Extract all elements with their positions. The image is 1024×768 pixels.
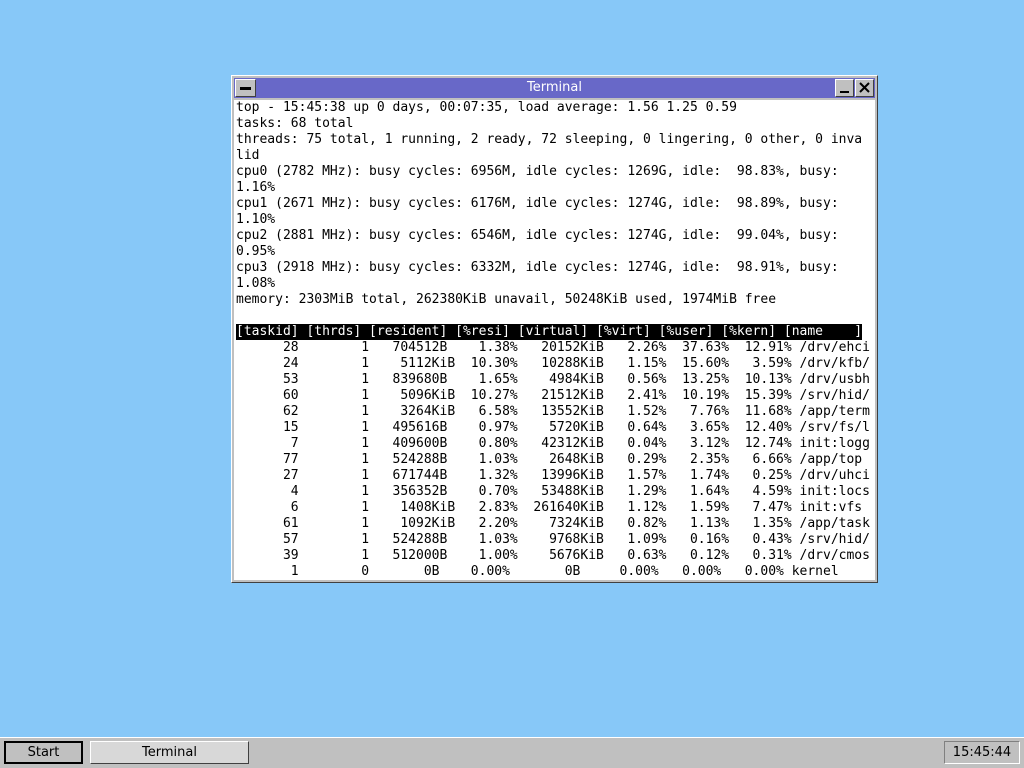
terminal-line: lid xyxy=(236,148,260,163)
minimize-button[interactable] xyxy=(835,79,854,97)
task-row: 53 1 839680B 1.65% 4984KiB 0.56% 13.25% … xyxy=(236,372,870,387)
terminal-line: tasks: 68 total xyxy=(236,116,354,131)
terminal-line: memory: 2303MiB total, 262380KiB unavail… xyxy=(236,292,777,307)
terminal-line: cpu2 (2881 MHz): busy cycles: 6546M, idl… xyxy=(236,228,839,243)
taskbar-terminal-button[interactable]: Terminal xyxy=(90,741,249,764)
task-row: 57 1 524288B 1.03% 9768KiB 1.09% 0.16% 0… xyxy=(236,532,870,547)
terminal-line: 0.95% xyxy=(236,244,276,259)
window-title: Terminal xyxy=(527,80,582,95)
terminal-line: threads: 75 total, 1 running, 2 ready, 7… xyxy=(236,132,863,147)
terminal-output[interactable]: top - 15:45:38 up 0 days, 00:07:35, load… xyxy=(234,100,875,580)
task-row: 15 1 495616B 0.97% 5720KiB 0.64% 3.65% 1… xyxy=(236,420,870,435)
terminal-line: 1.10% xyxy=(236,212,276,227)
minimize-icon xyxy=(840,91,849,93)
task-row: 4 1 356352B 0.70% 53488KiB 1.29% 1.64% 4… xyxy=(236,484,870,499)
close-button[interactable] xyxy=(855,79,874,97)
task-row: 77 1 524288B 1.03% 2648KiB 0.29% 2.35% 6… xyxy=(236,452,863,467)
task-table-header: [taskid] [thrds] [resident] [%resi] [vir… xyxy=(236,324,863,340)
start-button[interactable]: Start xyxy=(4,741,83,764)
task-row: 60 1 5096KiB 10.27% 21512KiB 2.41% 10.19… xyxy=(236,388,870,403)
terminal-line: cpu0 (2782 MHz): busy cycles: 6956M, idl… xyxy=(236,164,839,179)
task-row: 1 0 0B 0.00% 0B 0.00% 0.00% 0.00% kernel xyxy=(236,564,839,579)
task-row: 61 1 1092KiB 2.20% 7324KiB 0.82% 1.13% 1… xyxy=(236,516,870,531)
task-row: 62 1 3264KiB 6.58% 13552KiB 1.52% 7.76% … xyxy=(236,404,870,419)
task-row: 27 1 671744B 1.32% 13996KiB 1.57% 1.74% … xyxy=(236,468,870,483)
task-row: 24 1 5112KiB 10.30% 10288KiB 1.15% 15.60… xyxy=(236,356,870,371)
close-icon xyxy=(859,82,870,93)
system-menu-button[interactable] xyxy=(235,79,256,97)
task-row: 28 1 704512B 1.38% 20152KiB 2.26% 37.63%… xyxy=(236,340,870,355)
terminal-line: 1.16% xyxy=(236,180,276,195)
task-row: 39 1 512000B 1.00% 5676KiB 0.63% 0.12% 0… xyxy=(236,548,870,563)
terminal-line: cpu1 (2671 MHz): busy cycles: 6176M, idl… xyxy=(236,196,839,211)
terminal-line: top - 15:45:38 up 0 days, 00:07:35, load… xyxy=(236,100,737,115)
terminal-window[interactable]: Terminal top - 15:45:38 up 0 days, 00:07… xyxy=(231,75,878,583)
task-row: 6 1 1408KiB 2.83% 261640KiB 1.12% 1.59% … xyxy=(236,500,863,515)
system-menu-icon xyxy=(240,87,251,90)
terminal-line: 1.08% xyxy=(236,276,276,291)
task-row: 7 1 409600B 0.80% 42312KiB 0.04% 3.12% 1… xyxy=(236,436,870,451)
title-bar[interactable]: Terminal xyxy=(234,78,875,98)
clock: 15:45:44 xyxy=(944,741,1020,764)
terminal-line: cpu3 (2918 MHz): busy cycles: 6332M, idl… xyxy=(236,260,839,275)
taskbar: Start Terminal 15:45:44 xyxy=(0,737,1024,768)
